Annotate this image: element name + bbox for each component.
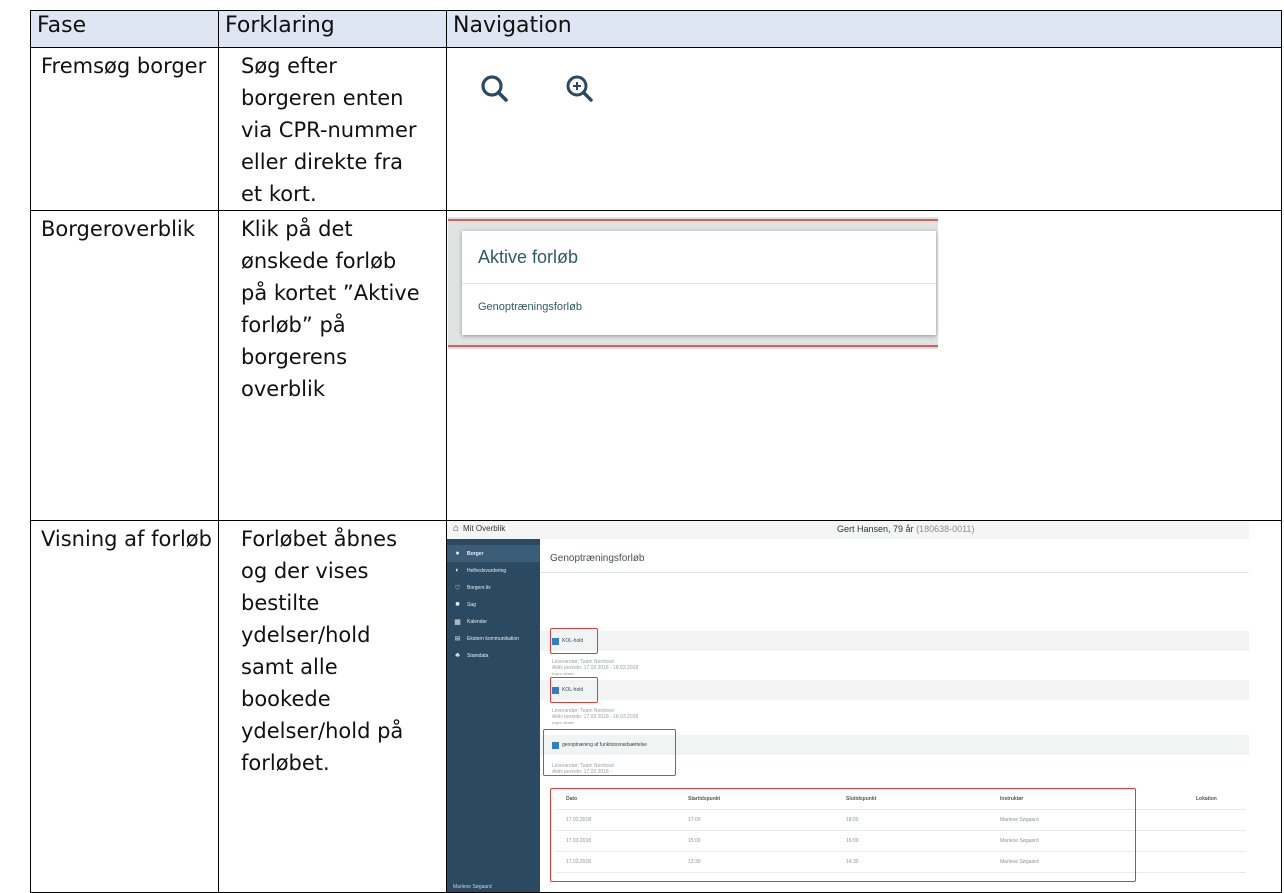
forklaring-line: ydelser/hold på	[241, 719, 404, 743]
forklaring-text: Klik på det ønskede forløb på kortet ”Ak…	[219, 211, 446, 405]
table-row: Visning af forløb Forløbet åbnes og der …	[30, 520, 1282, 893]
fase-cell: Visning af forløb	[30, 520, 219, 893]
refresh-icon: ◐	[455, 567, 460, 574]
page-title: Genoptræningsforløb	[550, 553, 645, 564]
mail-icon: ✉	[454, 635, 461, 643]
highlight-box	[550, 677, 598, 703]
sidebar-item-borger[interactable]: ● Borger	[447, 545, 540, 562]
app-topbar: ⌂ Mit Overblik Gert Hansen, 79 år (180638…	[447, 521, 1249, 540]
column-header: Lokation	[1196, 796, 1217, 802]
sidebar-item-borgers-liv[interactable]: ♡ Borgers liv	[447, 579, 540, 596]
divider	[540, 572, 1249, 573]
hold-note: Ingen aftaler	[552, 720, 575, 725]
highlight-box	[550, 788, 1136, 882]
sidebar-item-ekstern-kommunikation[interactable]: ✉ Ekstern kommunikation	[447, 630, 540, 647]
user-data-icon: ♣	[455, 652, 460, 659]
forklaring-line: ydelser/hold	[241, 623, 371, 647]
hold-band	[540, 631, 1249, 651]
forklaring-cell: Forløbet åbnes og der vises bestilte yde…	[218, 520, 447, 893]
person-icon: ●	[455, 550, 460, 557]
forloeb-link[interactable]: Genoptræningsforløb	[478, 301, 582, 313]
home-label: Mit Overblik	[463, 524, 506, 533]
hold-meta: Leverandør: Team Nordvest Aktiv periode:…	[552, 708, 638, 726]
home-icon: ⌂	[453, 523, 460, 534]
forklaring-line: forløb” på	[241, 313, 346, 337]
header-navigation: Navigation	[446, 10, 1282, 48]
fase-cell: Borgeroverblik	[30, 210, 219, 521]
sidebar-item-label: Helhedsvurdering	[467, 567, 507, 574]
sidebar-user[interactable]: Marlene Søgaard	[453, 884, 492, 890]
forklaring-line: borgeren enten	[241, 86, 404, 110]
forklaring-cell: Klik på det ønskede forløb på kortet ”Ak…	[218, 210, 447, 521]
search-icon[interactable]	[475, 70, 515, 110]
forklaring-line: via CPR-nummer	[241, 118, 417, 142]
header-fase: Fase	[30, 10, 219, 48]
fase-text: Fremsøg borger	[41, 54, 207, 78]
forklaring-line: ønskede forløb	[241, 249, 397, 273]
table-row: Fremsøg borger Søg efter borgeren enten …	[30, 47, 1282, 211]
forklaring-text: Søg efter borgeren enten via CPR-nummer …	[219, 48, 446, 210]
hold-meta: Leverandør: Team Nordvest Aktiv periode:…	[552, 659, 638, 677]
folder-icon: ■	[455, 601, 460, 608]
sidebar-item-helhedsvurdering[interactable]: ◐ Helhedsvurdering	[447, 562, 540, 579]
forklaring-line: et kort.	[241, 182, 317, 206]
table-row: Borgeroverblik Klik på det ønskede forlø…	[30, 210, 1282, 521]
forklaring-line: forløbet.	[241, 751, 330, 775]
forloeb-main: Genoptræningsforløb KOL-hold Leverandør:…	[540, 539, 1249, 892]
forklaring-line: borgerens	[241, 345, 348, 369]
sidebar-item-kalender[interactable]: ▦ Kalender	[447, 613, 540, 630]
aktive-forloeb-card: Aktive forløb Genoptræningsforløb	[462, 231, 936, 335]
sidebar-item-label: Borger	[467, 550, 484, 557]
forklaring-text: Forløbet åbnes og der vises bestilte yde…	[219, 521, 446, 779]
forklaring-line: Forløbet åbnes	[241, 527, 398, 551]
navigation-cell: ⌂ Mit Overblik Gert Hansen, 79 år (180638…	[446, 520, 1282, 893]
sidebar-item-label: Ekstern kommunikation	[467, 635, 519, 642]
forklaring-line: og der vises	[241, 559, 369, 583]
patient-header: Gert Hansen, 79 år (180638-0011)	[837, 524, 974, 534]
forklaring-line: samt alle	[241, 655, 338, 679]
forklaring-line: eller direkte fra	[241, 150, 403, 174]
highlight-line	[448, 219, 938, 221]
calendar-icon: ▦	[454, 618, 461, 626]
highlight-box	[550, 628, 598, 654]
patient-id: (180638-0011)	[916, 524, 975, 534]
home-link[interactable]: ⌂ Mit Overblik	[453, 523, 505, 534]
navigation-cell	[446, 47, 1282, 211]
aktive-forloeb-screenshot: Aktive forløb Genoptræningsforløb	[448, 217, 938, 349]
zoom-in-icon[interactable]	[560, 70, 600, 110]
instruction-table: Fase Forklaring Navigation Fremsøg borge…	[30, 10, 1282, 893]
sidebar: ● Borger ◐ Helhedsvurdering ♡ Borgers liv ■…	[447, 539, 540, 892]
heart-icon: ♡	[454, 584, 461, 592]
forklaring-line: overblik	[241, 377, 325, 401]
header-forklaring: Forklaring	[218, 10, 447, 48]
sidebar-item-sag[interactable]: ■ Sag	[447, 596, 540, 613]
fase-text: Visning af forløb	[41, 527, 212, 551]
highlight-line	[448, 345, 938, 347]
card-title: Aktive forløb	[478, 247, 579, 267]
patient-name: Gert Hansen, 79 år	[837, 524, 914, 534]
forklaring-cell: Søg efter borgeren enten via CPR-nummer …	[218, 47, 447, 211]
divider	[462, 283, 936, 284]
forklaring-line: bestilte	[241, 591, 320, 615]
sidebar-item-label: Sag	[467, 601, 476, 608]
highlight-box	[543, 729, 676, 776]
sidebar-item-label: Stamdata	[467, 652, 489, 659]
forloeb-screenshot: ⌂ Mit Overblik Gert Hansen, 79 år (180638…	[447, 521, 1249, 892]
fase-text: Borgeroverblik	[41, 217, 195, 241]
forklaring-line: Klik på det	[241, 217, 353, 241]
hold-band	[540, 680, 1249, 700]
forklaring-line: Søg efter	[241, 54, 337, 78]
forklaring-line: på kortet ”Aktive	[241, 281, 420, 305]
sidebar-item-label: Borgers liv	[467, 584, 491, 591]
sidebar-item-label: Kalender	[467, 618, 488, 625]
navigation-cell: Aktive forløb Genoptræningsforløb	[446, 210, 1282, 521]
fase-cell: Fremsøg borger	[30, 47, 219, 211]
table-header-row: Fase Forklaring Navigation	[30, 10, 1282, 48]
forklaring-line: bookede	[241, 687, 331, 711]
sidebar-item-stamdata[interactable]: ♣ Stamdata	[447, 647, 540, 664]
